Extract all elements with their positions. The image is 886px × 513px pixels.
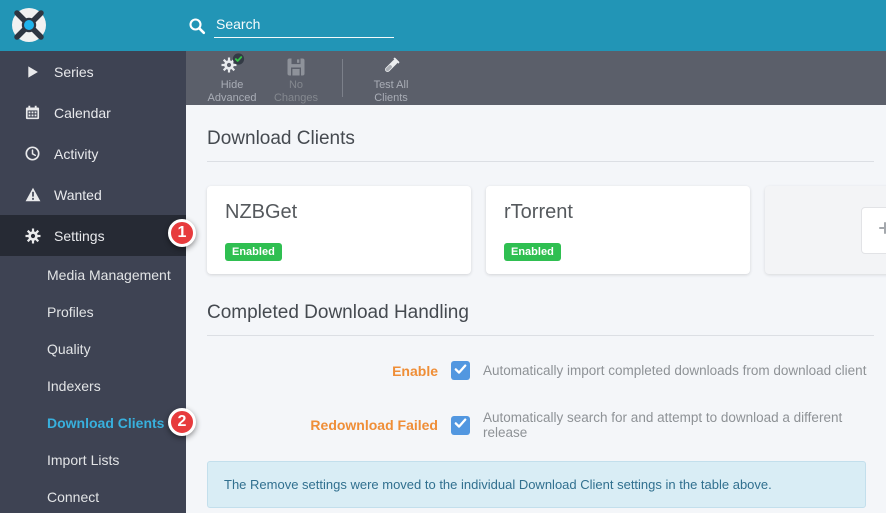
gears-icon (24, 228, 41, 244)
enable-help-text: Automatically import completed downloads… (483, 363, 866, 378)
sidebar-item-profiles[interactable]: Profiles (0, 293, 186, 330)
sidebar-item-quality[interactable]: Quality (0, 330, 186, 367)
sidebar-item-indexers[interactable]: Indexers (0, 367, 186, 404)
checkmark-icon (454, 416, 467, 434)
sidebar: Series Calendar Activity (0, 51, 186, 513)
enable-setting-row: Enable Automatically import completed do… (207, 361, 886, 380)
download-clients-cards: NZBGet Enabled rTorrent Enabled (207, 186, 886, 274)
search-bar (186, 0, 394, 51)
settings-content: Download Clients NZBGet Enabled rTorrent… (186, 105, 886, 513)
top-bar (0, 0, 886, 51)
sub-item-label: Import Lists (47, 452, 119, 468)
sidebar-item-media-management[interactable]: Media Management (0, 256, 186, 293)
sidebar-item-download-clients[interactable]: Download Clients (0, 404, 186, 441)
redownload-failed-label: Redownload Failed (207, 417, 438, 433)
plus-icon (878, 221, 886, 240)
completed-download-handling-heading: Completed Download Handling (207, 274, 874, 336)
sidebar-item-activity[interactable]: Activity (0, 133, 186, 174)
page-toolbar: Hide Advanced No Changes Test All (186, 51, 886, 105)
play-icon (24, 64, 41, 80)
toolbar-button-label: Hide Advanced (202, 79, 262, 105)
sonarr-logo-icon[interactable] (11, 7, 47, 43)
client-name: NZBGet (225, 201, 453, 224)
toolbar-button-label: Test All Clients (361, 79, 421, 105)
sidebar-item-label: Series (54, 64, 94, 80)
search-icon (188, 17, 206, 35)
client-card-rtorrent[interactable]: rTorrent Enabled (486, 186, 750, 274)
info-message-box: The Remove settings were moved to the in… (207, 461, 866, 508)
test-all-clients-button[interactable]: Test All Clients (361, 51, 421, 105)
sub-item-label: Indexers (47, 378, 101, 394)
client-name: rTorrent (504, 201, 732, 224)
clock-icon (24, 146, 41, 162)
sidebar-item-import-lists[interactable]: Import Lists (0, 441, 186, 478)
status-badge: Enabled (504, 243, 561, 261)
search-input[interactable] (214, 14, 394, 38)
sub-item-label: Media Management (47, 267, 171, 283)
settings-subnav: Media Management Profiles Quality Indexe… (0, 256, 186, 513)
warning-icon (24, 187, 41, 203)
client-card-nzbget[interactable]: NZBGet Enabled (207, 186, 471, 274)
annotation-number: 2 (178, 413, 187, 431)
redownload-failed-setting-row: Redownload Failed Automatically search f… (207, 410, 886, 440)
enable-checkbox[interactable] (451, 361, 470, 380)
sidebar-item-connect[interactable]: Connect (0, 478, 186, 513)
sidebar-item-series[interactable]: Series (0, 51, 186, 92)
annotation-number: 1 (178, 224, 187, 242)
sidebar-item-label: Calendar (54, 105, 111, 121)
add-download-client-button[interactable] (861, 207, 886, 254)
sidebar-item-label: Settings (54, 228, 105, 244)
save-no-changes-button[interactable]: No Changes (266, 51, 326, 105)
toolbar-divider (342, 59, 343, 97)
sidebar-item-label: Wanted (54, 187, 102, 203)
annotation-circle-1: 1 (168, 219, 196, 247)
download-clients-heading: Download Clients (207, 105, 874, 162)
checkmark-icon (454, 362, 467, 380)
calendar-icon (24, 105, 41, 121)
enable-label: Enable (207, 363, 438, 379)
status-badge: Enabled (225, 243, 282, 261)
sub-item-label: Download Clients (47, 415, 164, 431)
sub-item-label: Profiles (47, 304, 94, 320)
sub-item-label: Quality (47, 341, 91, 357)
sidebar-item-wanted[interactable]: Wanted (0, 174, 186, 215)
gear-check-icon (219, 53, 246, 77)
redownload-failed-checkbox[interactable] (451, 416, 470, 435)
sidebar-item-calendar[interactable]: Calendar (0, 92, 186, 133)
test-tube-icon (380, 53, 402, 77)
sidebar-item-label: Activity (54, 146, 98, 162)
sub-item-label: Connect (47, 489, 99, 505)
redownload-failed-help-text: Automatically search for and attempt to … (483, 410, 886, 440)
hide-advanced-button[interactable]: Hide Advanced (202, 51, 262, 105)
sidebar-item-settings[interactable]: Settings (0, 215, 186, 256)
toolbar-button-label: No Changes (266, 79, 326, 105)
annotation-circle-2: 2 (168, 408, 196, 436)
add-download-client-card[interactable] (765, 186, 886, 274)
floppy-disk-icon (286, 53, 306, 77)
